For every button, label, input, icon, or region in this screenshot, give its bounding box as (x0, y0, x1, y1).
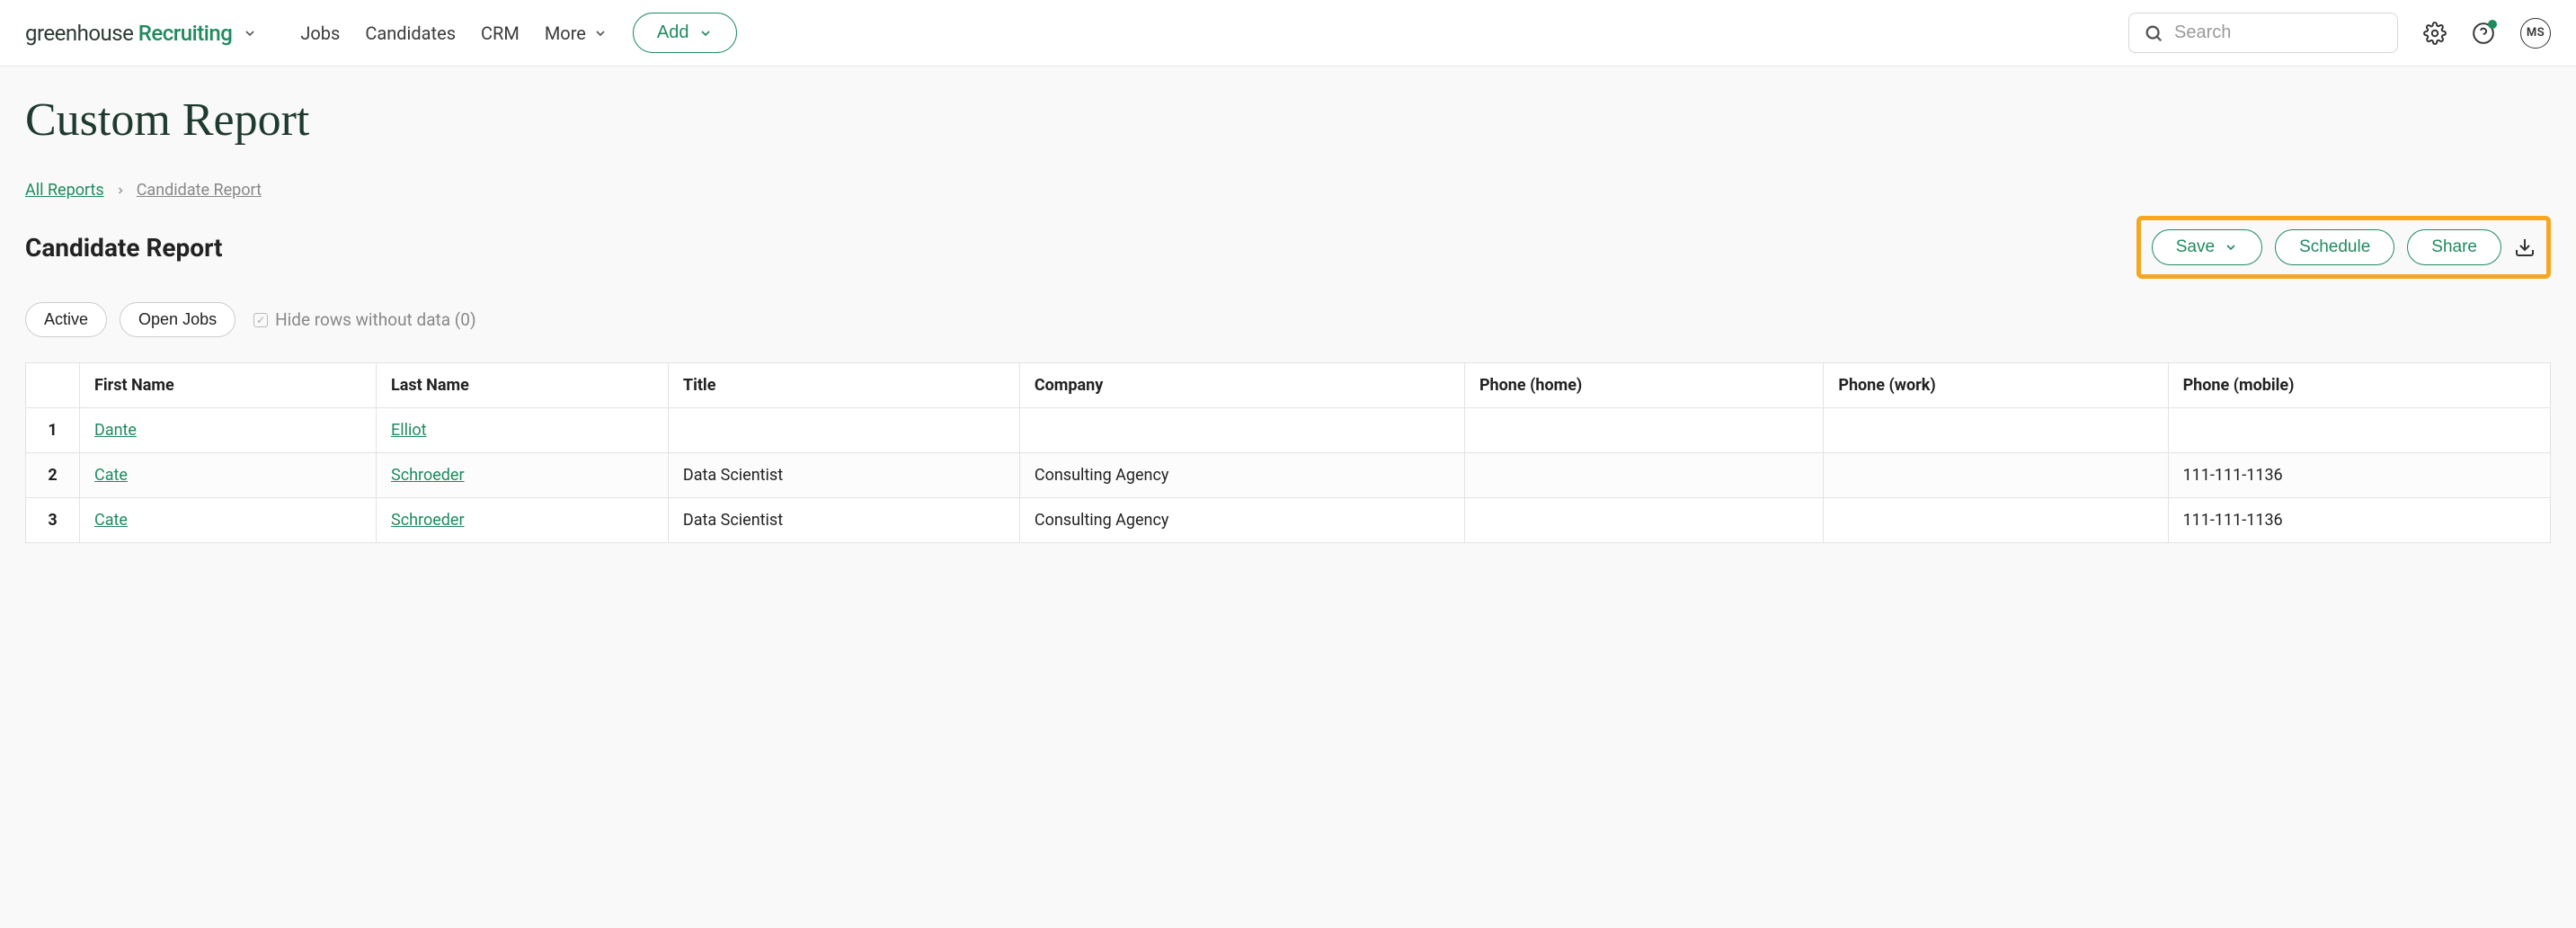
col-title[interactable]: Title (668, 363, 1019, 408)
nav-more[interactable]: More (545, 22, 608, 44)
user-avatar[interactable]: MS (2520, 18, 2551, 49)
cell-company: Consulting Agency (1019, 498, 1464, 543)
page-body: Custom Report All Reports Candidate Repo… (0, 67, 2576, 570)
cell-title (668, 408, 1019, 453)
col-index[interactable] (26, 363, 80, 408)
table-row: 2 Cate Schroeder Data ScientistConsulting A… (26, 453, 2551, 498)
cell-title: Data Scientist (668, 498, 1019, 543)
cell-phone-work (1824, 453, 2168, 498)
filter-active[interactable]: Active (25, 302, 107, 337)
subheader-row: Candidate Report Save Schedule Share (25, 216, 2551, 279)
col-phone-mobile[interactable]: Phone (mobile) (2168, 363, 2550, 408)
cell-last-name: Elliot (377, 408, 669, 453)
cell-title: Data Scientist (668, 453, 1019, 498)
nav-crm[interactable]: CRM (481, 22, 520, 44)
cell-phone-home (1464, 408, 1823, 453)
add-button[interactable]: Add (633, 13, 737, 53)
candidate-first-name-link[interactable]: Cate (94, 511, 128, 530)
chevron-down-icon (698, 26, 713, 40)
report-table: First Name Last Name Title Company Phone… (25, 362, 2551, 543)
page-title: Custom Report (25, 94, 2551, 147)
download-button[interactable] (2514, 236, 2536, 258)
nav-jobs[interactable]: Jobs (300, 22, 340, 44)
report-title: Candidate Report (25, 233, 223, 263)
candidate-last-name-link[interactable]: Schroeder (391, 511, 465, 530)
search-field[interactable] (2128, 13, 2398, 53)
nav-candidates[interactable]: Candidates (365, 22, 456, 44)
candidate-last-name-link[interactable]: Schroeder (391, 466, 465, 485)
cell-last-name: Schroeder (377, 498, 669, 543)
hide-rows-checkbox[interactable]: ✓ Hide rows without data (0) (253, 309, 476, 330)
cell-company (1019, 408, 1464, 453)
notification-dot (2488, 20, 2497, 29)
cell-phone-mobile (2168, 408, 2550, 453)
row-number: 3 (26, 498, 80, 543)
logo-text-primary: greenhouse (25, 21, 133, 46)
cell-company: Consulting Agency (1019, 453, 1464, 498)
chevron-down-icon (243, 26, 257, 40)
cell-phone-home (1464, 453, 1823, 498)
schedule-button[interactable]: Schedule (2275, 229, 2394, 265)
checkbox-icon: ✓ (253, 313, 268, 327)
col-phone-home[interactable]: Phone (home) (1464, 363, 1823, 408)
breadcrumb: All Reports Candidate Report (25, 181, 2551, 200)
table-row: 3 Cate Schroeder Data ScientistConsulting A… (26, 498, 2551, 543)
candidate-last-name-link[interactable]: Elliot (391, 421, 427, 440)
table-row: 1 Dante Elliot (26, 408, 2551, 453)
filter-row: Active Open Jobs ✓ Hide rows without dat… (25, 302, 2551, 337)
cell-phone-mobile: 111-111-1136 (2168, 453, 2550, 498)
chevron-down-icon (2224, 240, 2238, 254)
chevron-down-icon (593, 26, 608, 40)
row-number: 2 (26, 453, 80, 498)
chevron-right-icon (115, 185, 126, 196)
share-button[interactable]: Share (2407, 229, 2501, 265)
candidate-first-name-link[interactable]: Dante (94, 421, 137, 440)
col-company[interactable]: Company (1019, 363, 1464, 408)
cell-first-name: Cate (80, 498, 377, 543)
cell-phone-work (1824, 498, 2168, 543)
settings-button[interactable] (2423, 22, 2447, 45)
breadcrumb-root[interactable]: All Reports (25, 181, 104, 200)
cell-phone-mobile: 111-111-1136 (2168, 498, 2550, 543)
cell-first-name: Cate (80, 453, 377, 498)
col-phone-work[interactable]: Phone (work) (1824, 363, 2168, 408)
candidate-first-name-link[interactable]: Cate (94, 466, 128, 485)
gear-icon (2423, 22, 2447, 45)
cell-phone-home (1464, 498, 1823, 543)
nav-more-label: More (545, 22, 586, 44)
search-icon (2144, 23, 2163, 43)
top-nav: greenhouse Recruiting Jobs Candidates CR… (0, 0, 2576, 67)
filter-open-jobs[interactable]: Open Jobs (120, 302, 235, 337)
row-number: 1 (26, 408, 80, 453)
save-button-label: Save (2176, 237, 2215, 257)
cell-phone-work (1824, 408, 2168, 453)
add-button-label: Add (657, 22, 689, 43)
breadcrumb-current: Candidate Report (137, 181, 262, 200)
search-input[interactable] (2174, 22, 2383, 43)
hide-rows-label: Hide rows without data (0) (275, 309, 476, 330)
table-header-row: First Name Last Name Title Company Phone… (26, 363, 2551, 408)
logo[interactable]: greenhouse Recruiting (25, 21, 257, 46)
report-actions-highlight: Save Schedule Share (2136, 216, 2551, 279)
cell-last-name: Schroeder (377, 453, 669, 498)
help-button[interactable] (2472, 22, 2495, 45)
logo-text-secondary: Recruiting (138, 21, 233, 46)
download-icon (2514, 236, 2536, 258)
primary-nav: Jobs Candidates CRM More (300, 22, 608, 44)
save-button[interactable]: Save (2152, 229, 2262, 265)
cell-first-name: Dante (80, 408, 377, 453)
col-first-name[interactable]: First Name (80, 363, 377, 408)
col-last-name[interactable]: Last Name (377, 363, 669, 408)
